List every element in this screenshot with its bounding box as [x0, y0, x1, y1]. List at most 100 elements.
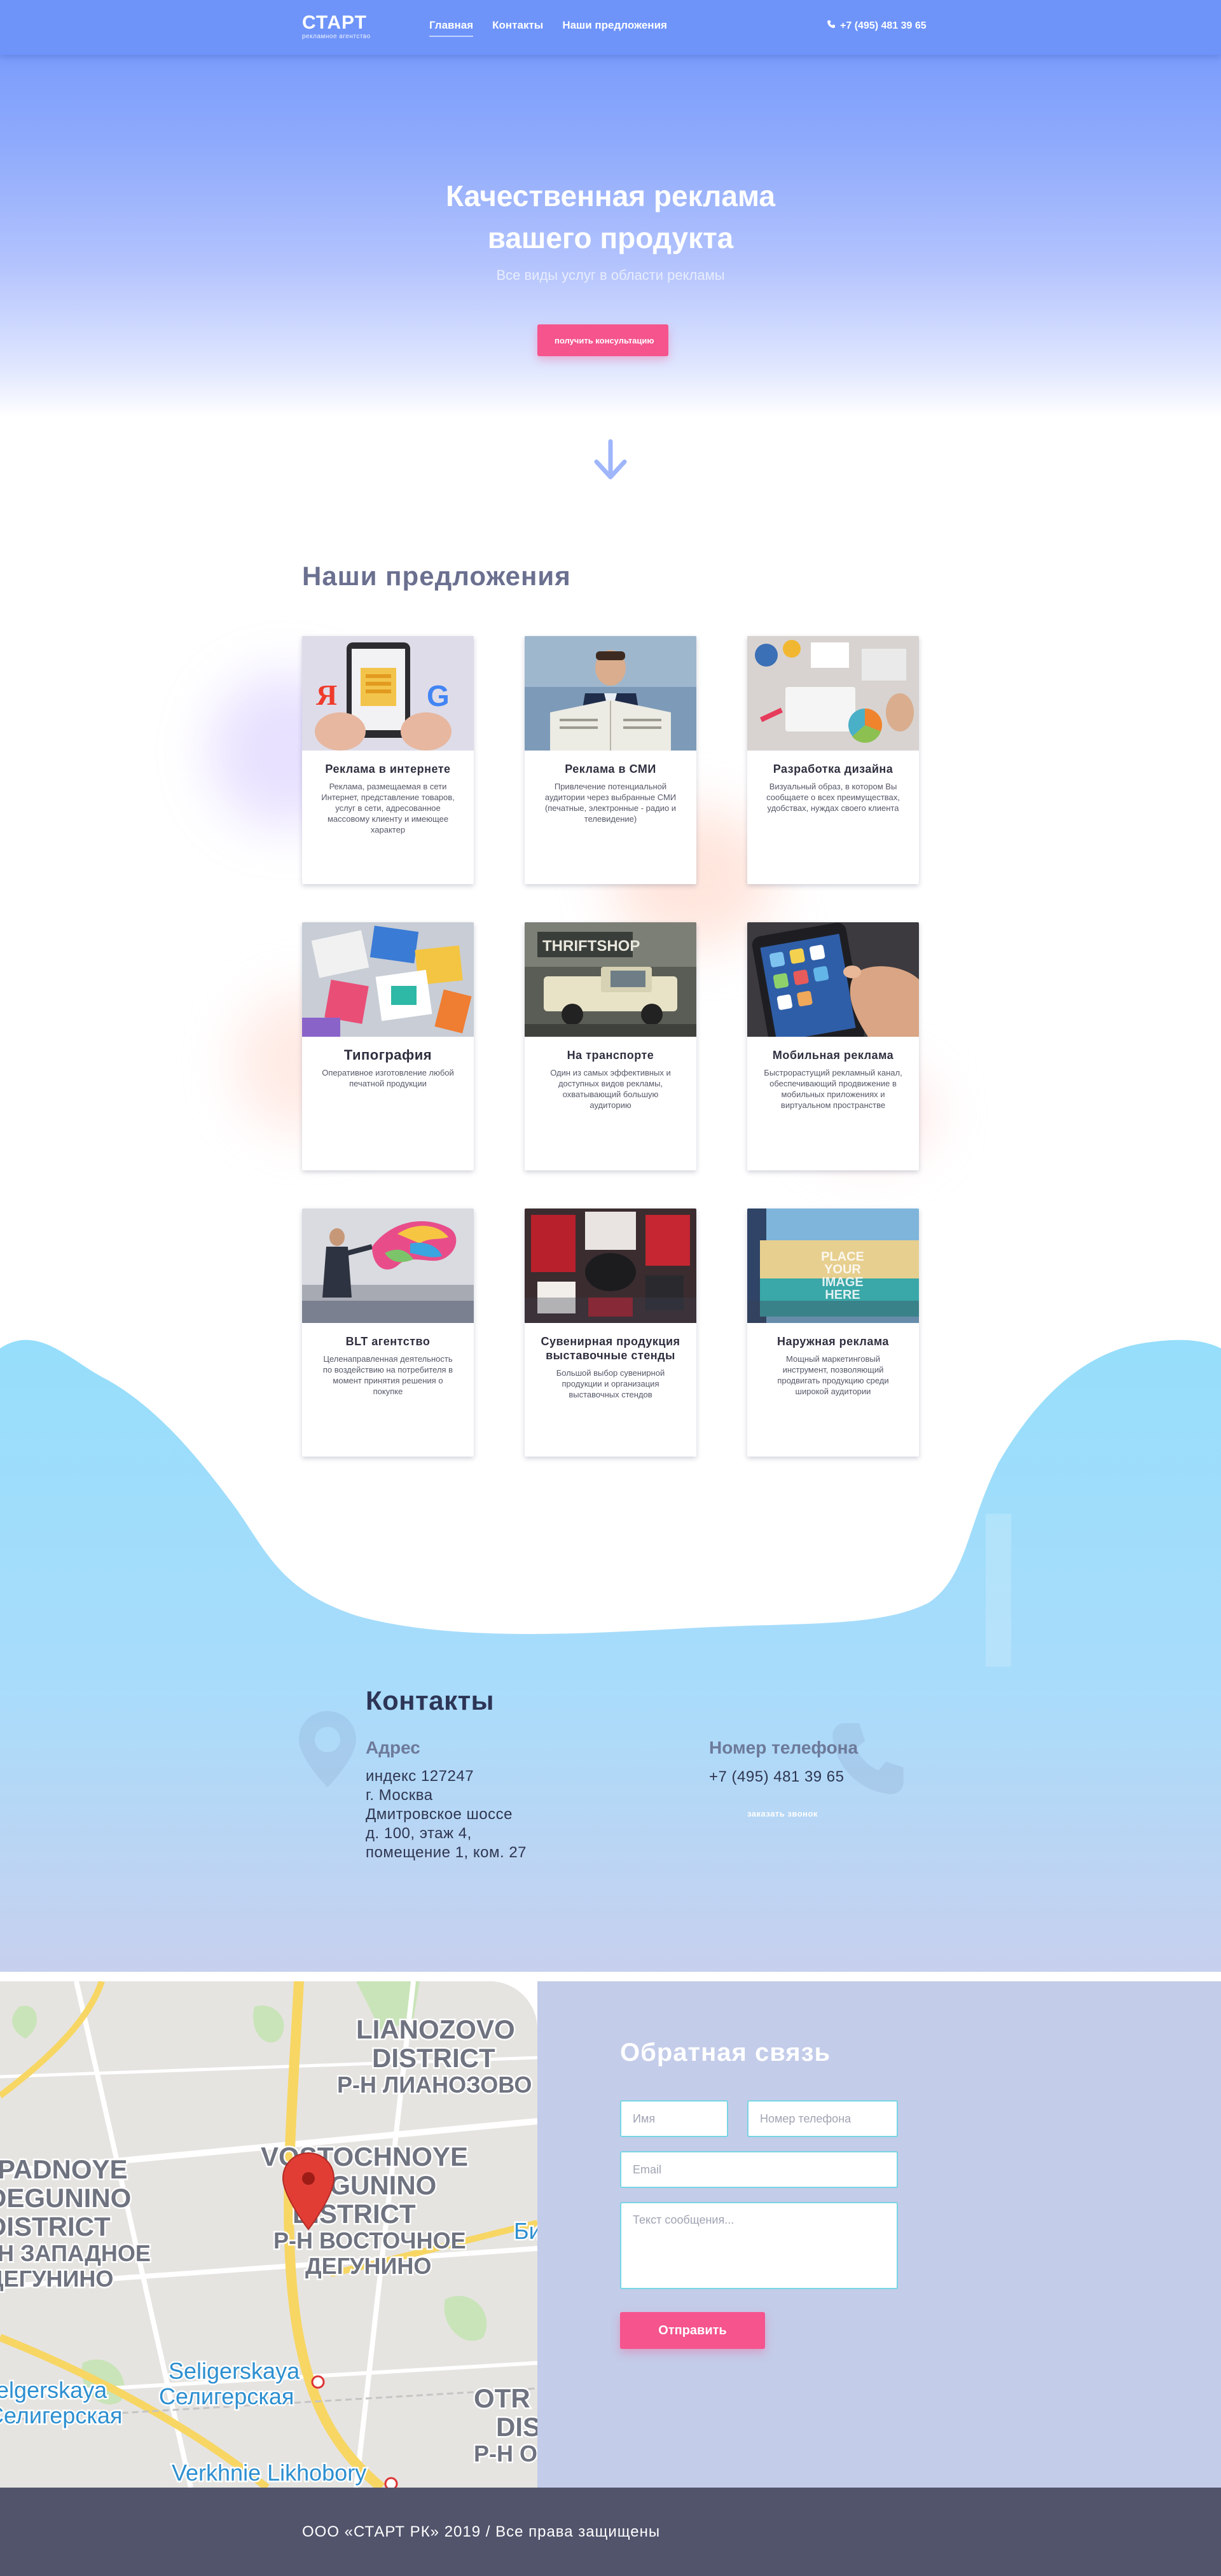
logo[interactable]: СТАРТ рекламное агентство [302, 13, 371, 41]
phone-field[interactable] [747, 2100, 898, 2137]
offer-card-text: Оперативное изготовление любой печатной … [322, 1068, 454, 1088]
map-station-label: Verkhnie Likhobory [172, 2460, 366, 2486]
map-label: DISTRICT [372, 2043, 495, 2073]
google-letter: G [427, 679, 450, 712]
header-phone-number: +7 (495) 481 39 65 [840, 20, 927, 31]
nav-link-home[interactable]: Главная [429, 19, 474, 37]
map-label: ДЕГУНИНО [305, 2253, 431, 2279]
offer-card-internet[interactable]: Я G Реклама в интернете Реклама, размеща… [302, 636, 474, 884]
offer-card-title: На транспорте [567, 1049, 654, 1062]
billboard-text-2: YOUR [824, 1263, 861, 1277]
nav-link-contacts[interactable]: Контакты [492, 19, 543, 37]
map-station-label: Селигерская [159, 2383, 294, 2409]
offers-grid: Я G Реклама в интернете Реклама, размеща… [302, 636, 919, 1457]
map-label: DIS [496, 2412, 537, 2442]
map-station-label: Селигерская [0, 2402, 122, 2428]
billboard-text-4: HERE [825, 1288, 860, 1302]
mobile-ads-image [747, 922, 919, 1037]
map-label: DISTRICT [0, 2212, 111, 2241]
main-nav: Главная Контакты Наши предложения [429, 19, 667, 37]
name-field[interactable] [620, 2100, 728, 2137]
offer-card-text: Привлечение потенциальной аудитории чере… [544, 782, 677, 824]
map-label: Р-Н ЛИАНОЗОВО [337, 2072, 532, 2098]
phone-icon [827, 20, 836, 32]
map-label: DEGUNINO [0, 2183, 131, 2213]
location-pin-decor-icon [299, 1711, 356, 1790]
hero-title-line-2: вашего продукта [487, 221, 734, 254]
printing-image [302, 922, 474, 1037]
blt-agency-image [302, 1208, 474, 1323]
design-image [747, 636, 919, 751]
submit-button[interactable]: Отправить [620, 2312, 765, 2349]
site-header: СТАРТ рекламное агентство Главная Контак… [0, 0, 1221, 55]
offer-card-media[interactable]: Реклама в СМИ Привлечение потенциальной … [525, 636, 696, 884]
billboard-text-1: PLACE [821, 1250, 864, 1264]
address-line: помещение 1, ком. 27 [366, 1844, 527, 1861]
phone-decor-icon [827, 1717, 909, 1803]
feedback-title: Обратная связь [620, 2039, 831, 2067]
offer-card-text: Визуальный образ, в котором Вы сообщаете… [766, 782, 900, 813]
get-consultation-button[interactable]: получить консультацию [537, 324, 668, 356]
address-line: д. 100, этаж 4, [366, 1825, 472, 1842]
transport-image: THRIFTSHOP [525, 922, 696, 1037]
address-block: индекс 127247 г. Москва Дмитровское шосс… [366, 1767, 527, 1862]
map-label: LIANOZOVO [356, 2014, 515, 2044]
offer-card-blt[interactable]: BLT агентство Целенаправленная деятельно… [302, 1208, 474, 1457]
offer-card-text: Один из самых эффективных и доступных ви… [550, 1068, 671, 1110]
arrow-down-icon[interactable] [591, 439, 630, 484]
address-line: г. Москва [366, 1787, 433, 1804]
thriftshop-sign: THRIFTSHOP [542, 938, 640, 955]
offer-card-title: Реклама в СМИ [565, 763, 656, 775]
map-label: OTR [474, 2383, 530, 2413]
address-label: Адрес [366, 1738, 420, 1757]
offer-card-title: Мобильная реклама [772, 1049, 894, 1062]
offer-card-title: Типография [343, 1047, 432, 1063]
address-line: Дмитровское шоссе [366, 1806, 513, 1823]
request-callback-link[interactable]: заказать звонок [747, 1809, 818, 1818]
souvenirs-image [525, 1208, 696, 1323]
offer-card-transport[interactable]: THRIFTSHOP На транспорте Один из самых э… [525, 922, 696, 1170]
map-station-label: Seligerskaya [169, 2358, 300, 2384]
address-line: индекс 127247 [366, 1768, 474, 1785]
map-label: Р-Н ЗАПАДНОЕ [0, 2240, 151, 2266]
nav-link-offers[interactable]: Наши предложения [562, 19, 667, 37]
map-station-label: Би [514, 2218, 537, 2244]
contacts-title: Контакты [366, 1686, 495, 1715]
internet-ads-image: Я G [302, 636, 474, 751]
map-station-label: Selgerskaya [0, 2377, 107, 2403]
map-label: ZAPADNOYE [0, 2154, 128, 2184]
copyright-text: ООО «СТАРТ РК» 2019 / Все права защищены [302, 2523, 661, 2540]
offer-card-design[interactable]: Разработка дизайна Визуальный образ, в к… [747, 636, 919, 884]
logo-subtitle: рекламное агентство [302, 33, 371, 40]
header-phone[interactable]: +7 (495) 481 39 65 [827, 20, 927, 32]
offer-card-title: BLT агентство [345, 1335, 431, 1348]
phone-value[interactable]: +7 (495) 481 39 65 [709, 1768, 845, 1786]
offer-card-text: Реклама, размещаемая в сети Интернет, пр… [321, 782, 455, 834]
site-footer: ООО «СТАРТ РК» 2019 / Все права защищены [0, 2488, 1221, 2576]
message-field[interactable] [620, 2202, 898, 2289]
logo-title: СТАРТ [302, 12, 367, 33]
map-label: Р-Н О [474, 2441, 537, 2467]
offer-card-outdoor[interactable]: PLACE YOUR IMAGE HERE Наружная реклама М… [747, 1208, 919, 1457]
hero-section: Качественная реклама вашего продукта Все… [0, 0, 1221, 509]
offer-card-text: Быстрорастущий рекламный канал, обеспечи… [764, 1068, 902, 1110]
offer-card-souvenirs[interactable]: Сувенирная продукция выставочные стенды … [525, 1208, 696, 1457]
offer-card-text: Большой выбор сувенирной продукции и орг… [556, 1368, 665, 1399]
email-field[interactable] [620, 2151, 898, 2188]
hero-subtitle: Все виды услуг в области рекламы [496, 267, 725, 283]
offer-card-mobile[interactable]: Мобильная реклама Быстрорастущий рекламн… [747, 922, 919, 1170]
hero-title: Качественная реклама вашего продукта [0, 175, 1221, 259]
yandex-letter: Я [316, 679, 337, 711]
offer-card-printing[interactable]: Типография Оперативное изготовление любо… [302, 922, 474, 1170]
offer-card-title: Реклама в интернете [325, 763, 451, 775]
feedback-section: Обратная связь Отправить [537, 1981, 1221, 2488]
location-map[interactable]: LIANOZOVO DISTRICT Р-Н ЛИАНОЗОВО ZAPADNO… [0, 1981, 537, 2488]
hero-title-line-1: Качественная реклама [446, 179, 775, 212]
media-ads-image [525, 636, 696, 751]
offer-card-title: Наружная реклама [777, 1335, 889, 1348]
billboard-text-3: IMAGE [822, 1275, 864, 1289]
outdoor-ads-image: PLACE YOUR IMAGE HERE [747, 1208, 919, 1323]
offer-card-text: Целенаправленная деятельность по воздейс… [322, 1354, 453, 1396]
map-label: Р-Н ВОСТОЧНОЕ [273, 2227, 466, 2254]
map-label: ДЕГУНИНО [0, 2266, 113, 2292]
